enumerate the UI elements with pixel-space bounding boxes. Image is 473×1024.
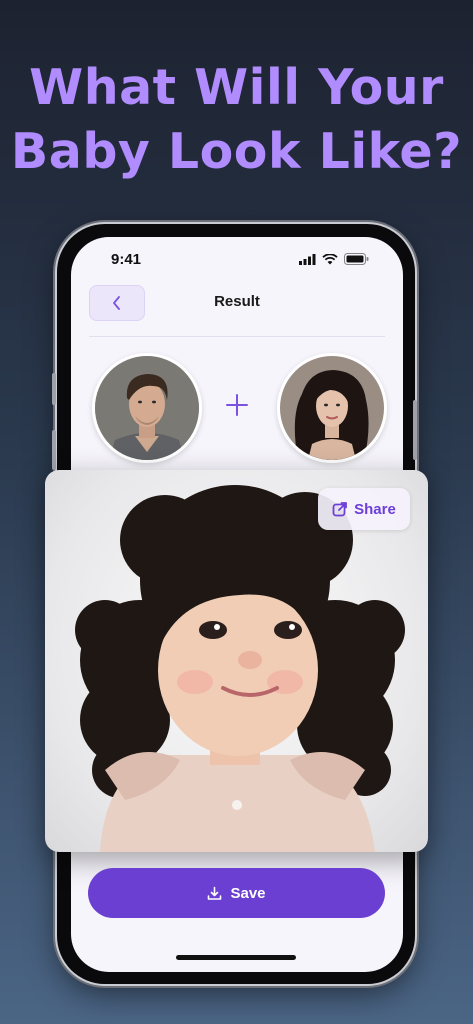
father-photo: [92, 353, 202, 463]
headline-line-1: What Will Your: [29, 59, 444, 116]
phone-power-button: [413, 400, 417, 460]
wifi-icon: [322, 253, 338, 264]
share-button[interactable]: Share: [318, 488, 410, 530]
home-indicator: [176, 955, 296, 960]
share-icon: [332, 502, 348, 517]
save-button[interactable]: Save: [88, 868, 385, 918]
mother-photo: [277, 353, 387, 463]
plus-icon: [226, 394, 248, 416]
phone-side-button: [52, 373, 56, 405]
status-time: 9:41: [111, 251, 142, 268]
baby-result-photo: Share: [45, 470, 428, 852]
page-title: Result: [214, 293, 260, 310]
save-label: Save: [230, 884, 266, 902]
download-icon: [208, 886, 222, 900]
signal-icon: [299, 253, 316, 265]
header-divider: [89, 336, 385, 337]
status-icons: [299, 253, 369, 265]
headline: What Will Your Baby Look Like?: [0, 56, 473, 184]
status-bar: 9:41: [71, 251, 403, 275]
battery-icon: [344, 253, 369, 265]
headline-line-2: Baby Look Like?: [10, 123, 463, 180]
phone-volume-up-button: [52, 430, 56, 470]
share-label: Share: [354, 500, 396, 518]
